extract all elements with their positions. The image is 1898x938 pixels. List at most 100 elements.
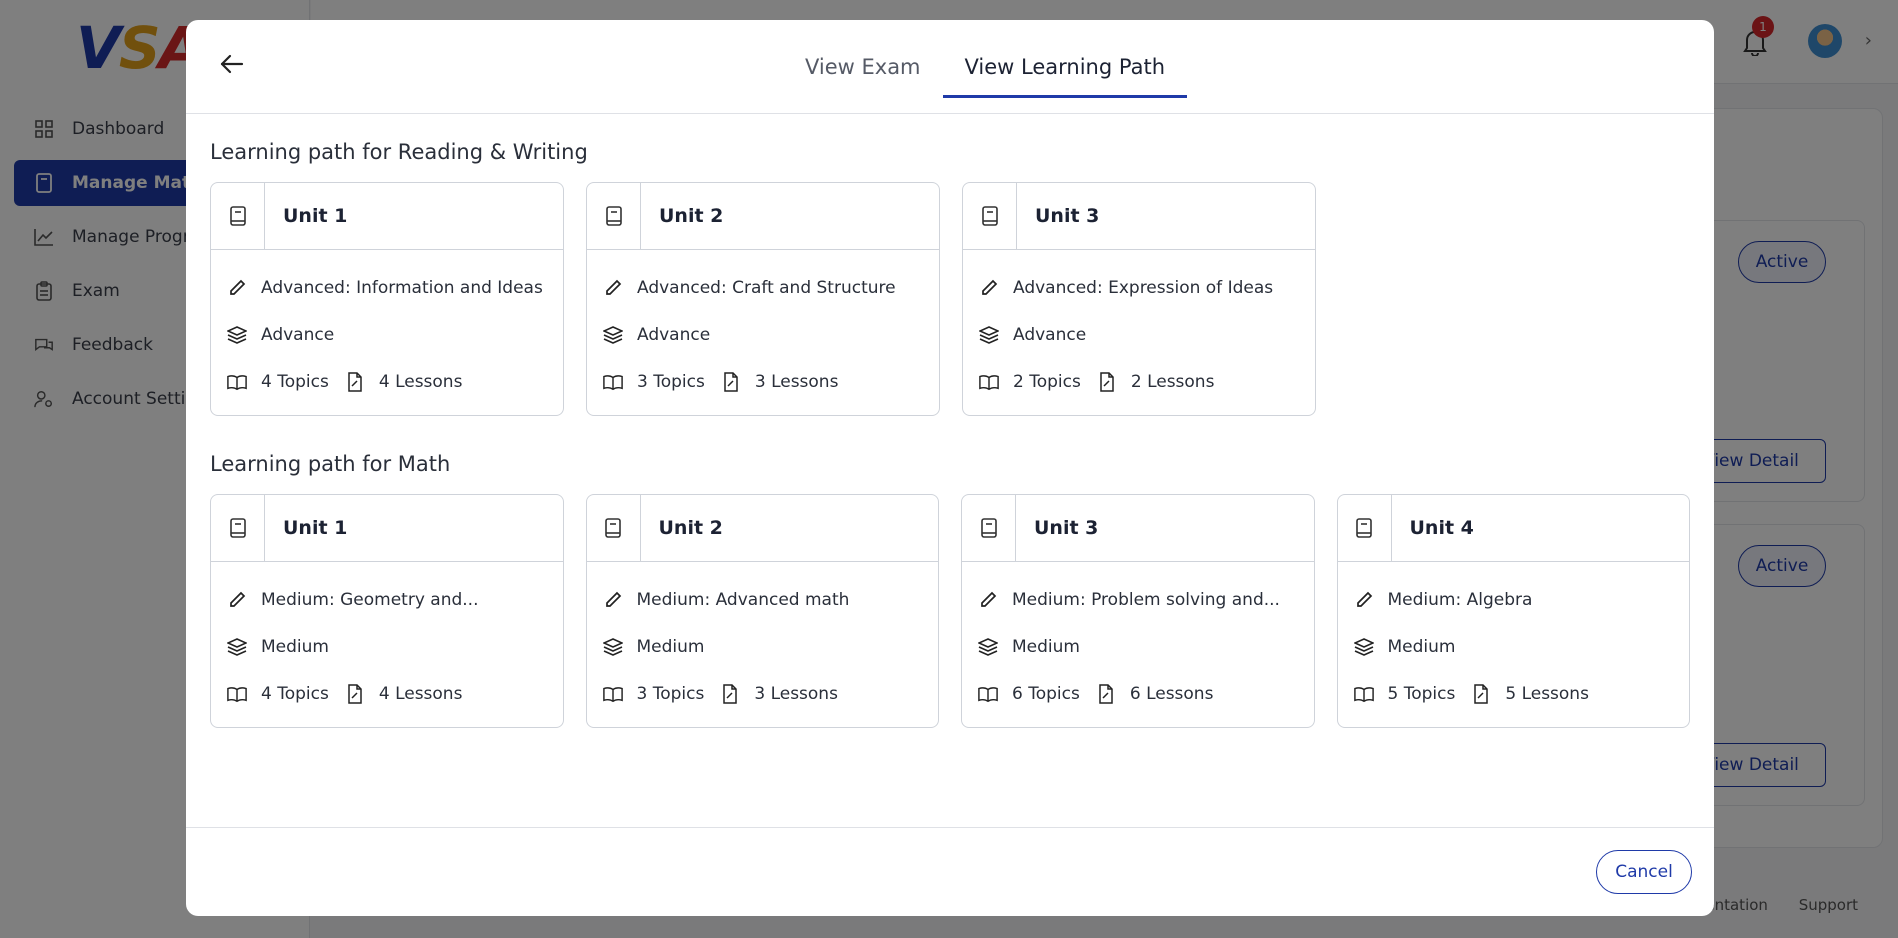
lesson-count: 4 Lessons (378, 683, 463, 704)
unit-level: Advance (637, 324, 711, 345)
unit-level: Advance (1013, 324, 1087, 345)
topic-count: 4 Topics (261, 683, 329, 704)
book-icon (587, 494, 641, 562)
unit-name: Advanced: Expression of Ideas (1013, 277, 1274, 298)
layers-icon (603, 325, 623, 345)
unit-title: Unit 4 (1409, 517, 1474, 539)
layers-icon (979, 325, 999, 345)
open-book-icon (602, 684, 623, 704)
document-icon (1097, 371, 1117, 392)
book-icon (211, 494, 265, 562)
unit-name: Medium: Advanced math (636, 589, 850, 610)
section-title: Learning path for Reading & Writing (210, 140, 588, 164)
lesson-count: 5 Lessons (1505, 683, 1589, 704)
unit-card-body: Medium: Algebra Medium 5 Topics 5 Lessons (1338, 562, 1690, 727)
document-icon (721, 371, 741, 392)
unit-card[interactable]: Unit 1 Medium: Geometry and... Medium 4 … (210, 494, 564, 728)
open-book-icon (979, 372, 999, 392)
book-icon (1338, 494, 1392, 562)
unit-card-header: Unit 3 (962, 494, 1314, 562)
unit-card-body: Medium: Geometry and... Medium 4 Topics 4… (211, 562, 563, 727)
book-icon (962, 494, 1016, 562)
topic-count: 4 Topics (261, 371, 329, 392)
unit-name: Medium: Problem solving and... (1012, 589, 1280, 610)
topic-count: 2 Topics (1013, 371, 1081, 392)
unit-card-body: Advanced: Expression of Ideas Advance 2 … (963, 250, 1315, 415)
pencil-icon (1354, 590, 1374, 610)
book-icon (211, 182, 265, 250)
open-book-icon (227, 372, 247, 392)
unit-card[interactable]: Unit 4 Medium: Algebra Medium 5 Topics 5 … (1336, 494, 1690, 728)
unit-card-header: Unit 2 (587, 182, 939, 250)
document-icon (345, 683, 365, 704)
unit-level: Medium (636, 636, 705, 657)
open-book-icon (1353, 684, 1374, 704)
unit-card-header: Unit 1 (211, 182, 563, 250)
layers-icon (227, 325, 247, 345)
cancel-button[interactable]: Cancel (1596, 850, 1692, 894)
section-title: Learning path for Math (210, 452, 451, 476)
lesson-count: 4 Lessons (378, 371, 463, 392)
lesson-count: 3 Lessons (754, 371, 839, 392)
tab-view-learning-path[interactable]: View Learning Path (942, 20, 1188, 114)
unit-card[interactable]: Unit 3 Advanced: Expression of Ideas Adv… (962, 182, 1316, 416)
unit-level: Medium (1387, 636, 1456, 657)
layers-icon (978, 637, 998, 657)
document-icon (720, 683, 740, 704)
document-icon (1471, 683, 1491, 704)
unit-card-header: Unit 2 (586, 494, 938, 562)
document-icon (1096, 683, 1116, 704)
unit-level: Medium (1012, 636, 1080, 657)
unit-name: Medium: Algebra (1387, 589, 1533, 610)
unit-card-list: Unit 1 Advanced: Information and Ideas A… (210, 182, 1690, 416)
unit-title: Unit 2 (659, 205, 724, 227)
unit-level: Medium (261, 636, 329, 657)
unit-card-body: Advanced: Information and Ideas Advance … (211, 250, 563, 415)
book-icon (587, 182, 641, 250)
pencil-icon (978, 590, 998, 610)
unit-card-header: Unit 1 (211, 494, 563, 562)
unit-card[interactable]: Unit 2 Advanced: Craft and Structure Adv… (586, 182, 940, 416)
unit-level: Advance (261, 324, 335, 345)
back-button[interactable] (214, 48, 250, 84)
unit-title: Unit 3 (1035, 205, 1100, 227)
pencil-icon (603, 590, 623, 610)
unit-card-header: Unit 3 (963, 182, 1315, 250)
unit-card[interactable]: Unit 3 Medium: Problem solving and... Me… (961, 494, 1315, 728)
unit-title: Unit 1 (283, 205, 348, 227)
modal-footer: Cancel (186, 827, 1714, 916)
unit-name: Advanced: Craft and Structure (637, 277, 896, 298)
unit-card-body: Advanced: Craft and Structure Advance 3 … (587, 250, 939, 415)
pencil-icon (227, 590, 247, 610)
modal-header: View Exam View Learning Path (186, 20, 1714, 114)
pencil-icon (979, 278, 999, 298)
lesson-count: 2 Lessons (1130, 371, 1215, 392)
open-book-icon (603, 372, 623, 392)
topic-count: 5 Topics (1387, 683, 1456, 704)
topic-count: 3 Topics (636, 683, 705, 704)
unit-card[interactable]: Unit 1 Advanced: Information and Ideas A… (210, 182, 564, 416)
layers-icon (1353, 637, 1374, 657)
tab-view-exam[interactable]: View Exam (783, 20, 943, 114)
book-icon (963, 182, 1017, 250)
unit-title: Unit 1 (283, 517, 348, 539)
topic-count: 3 Topics (637, 371, 705, 392)
lesson-count: 6 Lessons (1129, 683, 1214, 704)
unit-card[interactable]: Unit 2 Medium: Advanced math Medium 3 To… (585, 494, 939, 728)
unit-card-header: Unit 4 (1337, 494, 1689, 562)
open-book-icon (227, 684, 247, 704)
unit-card-list: Unit 1 Medium: Geometry and... Medium 4 … (210, 494, 1690, 728)
modal-body: Learning path for Reading & Writing Unit… (210, 114, 1690, 826)
unit-card-body: Medium: Problem solving and... Medium 6 … (962, 562, 1314, 727)
unit-title: Unit 2 (658, 517, 723, 539)
lesson-count: 3 Lessons (754, 683, 838, 704)
document-icon (345, 371, 365, 392)
topic-count: 6 Topics (1012, 683, 1080, 704)
learning-path-modal: View Exam View Learning Path Learning pa… (186, 20, 1714, 916)
layers-icon (227, 637, 247, 657)
pencil-icon (603, 278, 623, 298)
unit-name: Advanced: Information and Ideas (261, 277, 543, 298)
open-book-icon (978, 684, 998, 704)
modal-tabs: View Exam View Learning Path (186, 20, 1714, 114)
arrow-left-icon (220, 54, 244, 78)
